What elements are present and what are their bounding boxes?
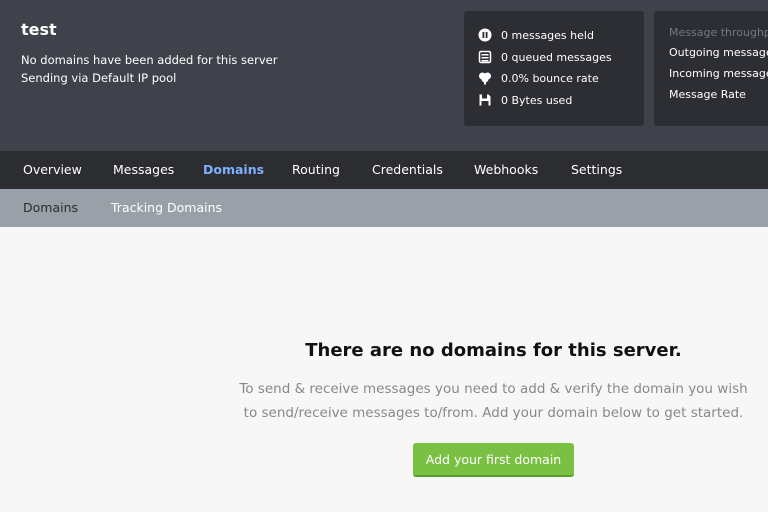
- stat-held: 0 messages held: [478, 28, 594, 42]
- stat-bounce: 0.0% bounce rate: [478, 71, 599, 85]
- server-header: test No domains have been added for this…: [0, 0, 768, 151]
- sub-nav: Domains Tracking Domains: [0, 189, 768, 227]
- server-name: test: [21, 20, 57, 39]
- domains-note: No domains have been added for this serv…: [21, 53, 278, 67]
- stat-disk-text: 0 Bytes used: [501, 93, 573, 107]
- tab-webhooks[interactable]: Webhooks: [474, 162, 538, 177]
- stat-held-text: 0 messages held: [501, 28, 594, 42]
- stat-queued-text: 0 queued messages: [501, 50, 612, 64]
- tab-messages[interactable]: Messages: [113, 162, 174, 177]
- tab-routing[interactable]: Routing: [292, 162, 340, 177]
- tab-overview[interactable]: Overview: [23, 162, 82, 177]
- stat-queued: 0 queued messages: [478, 50, 612, 64]
- throughput-title: Message throughput: [669, 26, 768, 39]
- add-first-domain-button[interactable]: Add your first domain: [413, 443, 574, 477]
- incoming-label: Incoming messages: [669, 67, 768, 80]
- empty-state-title: There are no domains for this server.: [305, 340, 682, 361]
- ip-pool-note: Sending via Default IP pool: [21, 71, 177, 85]
- queue-icon: [478, 50, 492, 64]
- subtab-domains[interactable]: Domains: [23, 200, 78, 215]
- stat-disk: 0 Bytes used: [478, 93, 572, 107]
- subtab-tracking-domains[interactable]: Tracking Domains: [111, 200, 222, 215]
- empty-state-description: To send & receive messages you need to a…: [239, 381, 748, 421]
- pause-icon: [478, 28, 492, 42]
- main-nav: Overview Messages Domains Routing Creden…: [0, 151, 768, 189]
- outgoing-label: Outgoing messages: [669, 46, 768, 59]
- tab-credentials[interactable]: Credentials: [372, 162, 443, 177]
- bounce-icon: [479, 72, 491, 85]
- throughput-panel: Message throughput Outgoing messages Inc…: [654, 11, 768, 126]
- tab-settings[interactable]: Settings: [571, 162, 622, 177]
- stat-bounce-text: 0.0% bounce rate: [501, 71, 599, 85]
- stats-panel: 0 messages held 0 queued messages 0.0% b…: [464, 11, 644, 126]
- tab-domains[interactable]: Domains: [203, 162, 264, 177]
- disk-icon: [479, 94, 491, 106]
- rate-label: Message Rate: [669, 88, 746, 101]
